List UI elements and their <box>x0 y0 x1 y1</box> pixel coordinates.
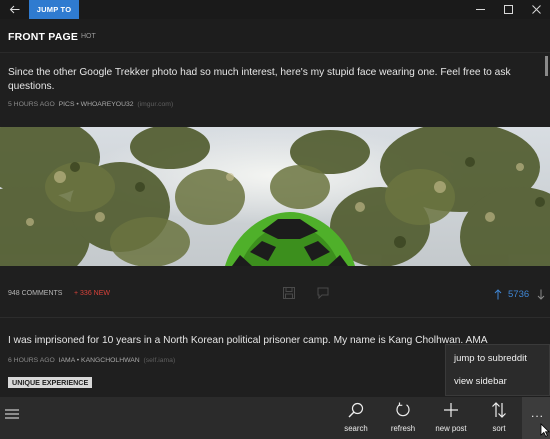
post-domain: (self.iama) <box>143 357 176 364</box>
scrollbar[interactable] <box>545 56 548 76</box>
maximize-button[interactable] <box>494 0 522 19</box>
page-header: FRONT PAGE HOT <box>0 19 550 53</box>
new-comments-count[interactable]: + 336 NEW <box>74 290 110 297</box>
app-bar: search refresh new post sort ... <box>0 397 550 439</box>
post-image[interactable] <box>0 127 550 266</box>
refresh-label: refresh <box>390 424 416 433</box>
post-action-bar: 948 COMMENTS + 336 NEW 5736 <box>0 280 550 308</box>
post-time: 6 HOURS AGO <box>8 357 55 364</box>
overflow-menu: jump to subreddit view sidebar <box>445 344 550 396</box>
comments-count[interactable]: 948 COMMENTS <box>8 290 62 297</box>
post-subreddit[interactable]: IAMA <box>59 357 75 364</box>
sort-mode[interactable]: HOT <box>81 33 96 40</box>
post-time: 5 HOURS AGO <box>8 101 55 108</box>
new-post-label: new post <box>435 424 467 433</box>
reply-icon <box>317 287 329 299</box>
plus-icon <box>444 403 458 417</box>
sort-icon <box>492 402 506 418</box>
page-title: FRONT PAGE <box>8 31 79 43</box>
refresh-button[interactable]: refresh <box>379 401 427 437</box>
sort-label: sort <box>492 424 506 433</box>
post-photo <box>0 127 550 266</box>
upvote-button[interactable] <box>493 288 503 300</box>
post-score: 5736 <box>508 289 530 300</box>
minimize-icon <box>475 9 485 10</box>
jump-to-button[interactable]: JUMP TO <box>29 0 79 19</box>
post-author[interactable]: WHOAREYOU32 <box>81 101 134 108</box>
mouse-cursor-icon <box>540 423 550 437</box>
save-button[interactable] <box>282 286 296 300</box>
post-meta: 5 HOURS AGO PICS • WHOAREYOU32 (imgur.co… <box>8 101 174 108</box>
hamburger-button[interactable] <box>4 407 22 421</box>
save-icon <box>283 287 295 299</box>
minimize-button[interactable] <box>466 0 494 19</box>
search-label: search <box>344 424 368 433</box>
post-flair: UNIQUE EXPERIENCE <box>8 377 93 388</box>
menu-item-view-sidebar[interactable]: view sidebar <box>454 376 507 387</box>
close-button[interactable] <box>522 0 550 19</box>
close-icon <box>531 5 541 14</box>
downvote-icon <box>537 289 545 300</box>
maximize-icon <box>503 5 513 14</box>
post-meta: 6 HOURS AGO IAMA • KANGCHOLHWAN (self.ia… <box>8 357 176 364</box>
upvote-icon <box>494 288 502 299</box>
new-post-button[interactable]: new post <box>427 401 475 437</box>
post-domain: (imgur.com) <box>137 101 174 108</box>
menu-item-jump-to-subreddit[interactable]: jump to subreddit <box>454 353 527 364</box>
search-button[interactable]: search <box>332 401 380 437</box>
reply-button[interactable] <box>316 286 330 300</box>
search-icon <box>348 402 364 418</box>
more-dots-icon: ... <box>531 406 545 420</box>
post-author[interactable]: KANGCHOLHWAN <box>81 357 140 364</box>
downvote-button[interactable] <box>536 288 546 300</box>
post-title[interactable]: Since the other Google Trekker photo had… <box>8 66 528 93</box>
sort-button[interactable]: sort <box>475 401 523 437</box>
hamburger-icon <box>5 409 19 419</box>
post-divider <box>0 317 550 318</box>
refresh-icon <box>396 402 410 417</box>
post-subreddit[interactable]: PICS <box>59 101 75 108</box>
back-button[interactable] <box>0 0 28 19</box>
back-arrow-icon <box>9 5 19 14</box>
title-bar: JUMP TO <box>0 0 550 19</box>
